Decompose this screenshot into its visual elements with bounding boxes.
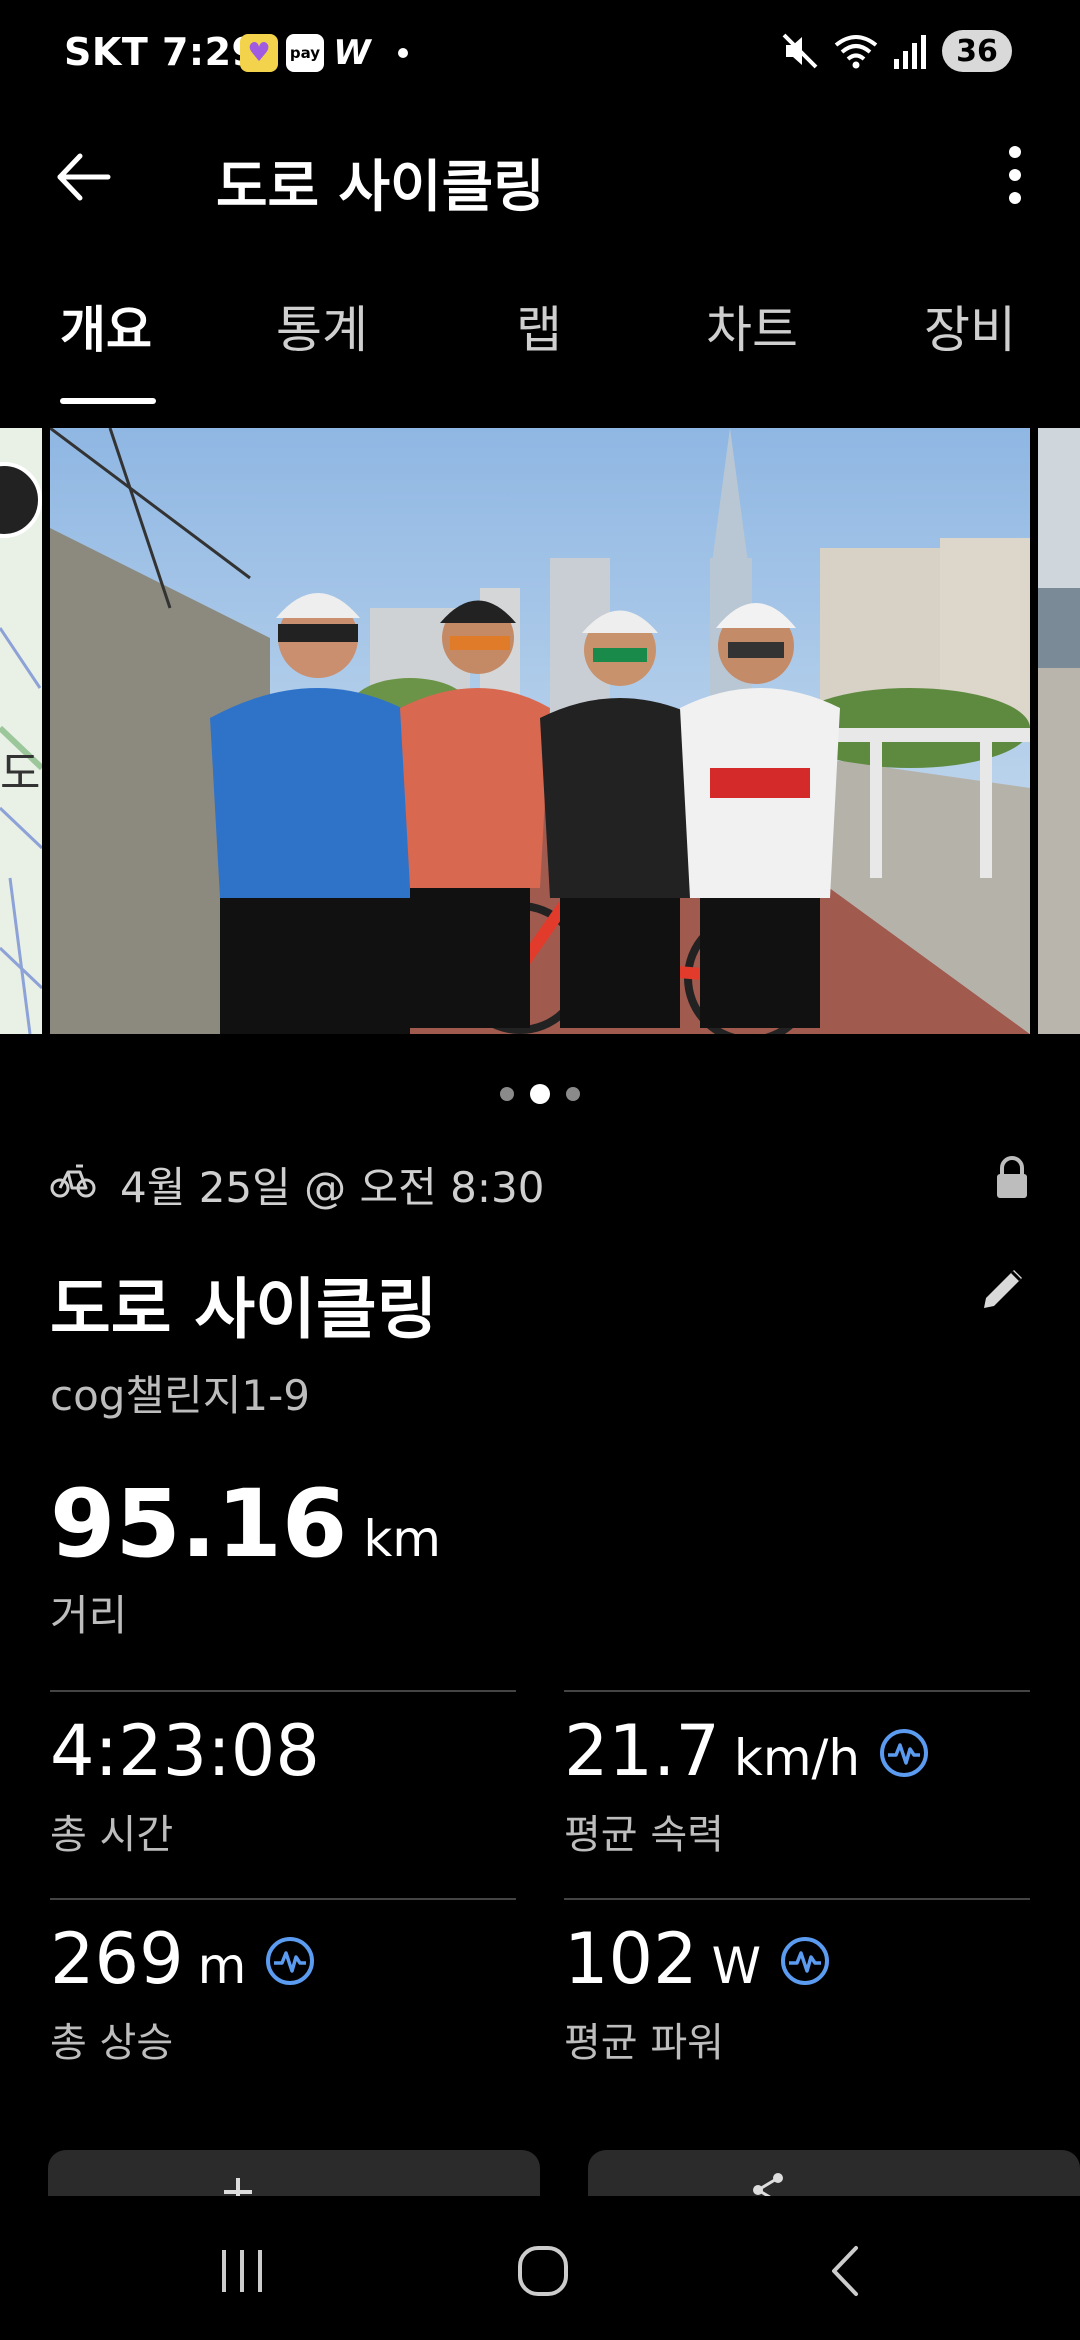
home-icon[interactable]: [504, 2236, 584, 2306]
lock-icon[interactable]: [994, 1156, 1030, 1200]
system-icons: 36: [780, 30, 1012, 72]
signal-icon: [894, 35, 926, 69]
page-dot: [566, 1087, 580, 1101]
activity-date-row: 4월 25일 @ 오전 8:30: [50, 1154, 1030, 1214]
next-photo-thumbnail[interactable]: [1038, 428, 1080, 1034]
stat-value: 4:23:08: [50, 1710, 320, 1792]
map-thumbnail[interactable]: 도: [0, 428, 42, 1034]
stat-value: 102: [564, 1918, 698, 2000]
notification-icons: ♥ pay W: [240, 33, 408, 73]
activity-date: 4월 25일 @ 오전 8:30: [120, 1163, 545, 1212]
page-title: 도로 사이클링: [216, 155, 545, 220]
recent-apps-icon[interactable]: [202, 2236, 282, 2306]
tab-overview[interactable]: 개요: [60, 290, 152, 362]
stat-value: 269: [50, 1918, 184, 2000]
tab-bar: 개요 통계 랩 차트 장비: [0, 290, 1080, 404]
photo-carousel[interactable]: 도: [0, 428, 1080, 1034]
app-bar: 도로 사이클링: [0, 120, 1080, 230]
stat-unit: W: [711, 1937, 762, 1995]
page-dot: [500, 1087, 514, 1101]
bicycle-icon: [50, 1164, 96, 1198]
distance-unit: km: [363, 1510, 442, 1568]
mute-icon: [782, 33, 818, 69]
group-photo[interactable]: [50, 428, 1030, 1034]
stat-avg-power[interactable]: 102 W 평균 파워: [564, 1898, 1030, 2100]
stat-label: 평균 파워: [564, 2020, 724, 2066]
wifi-icon: [834, 35, 878, 69]
activity-name: 도로 사이클링: [50, 1271, 438, 1348]
stat-label: 총 시간: [50, 1812, 174, 1858]
status-bar: SKT 7:29 ♥ pay W 36: [0, 0, 1080, 110]
more-options-icon[interactable]: [990, 140, 1040, 210]
stat-avg-speed[interactable]: 21.7 km/h 평균 속력: [564, 1690, 1030, 1892]
stat-label: 평균 속력: [564, 1812, 724, 1858]
back-arrow-icon[interactable]: [48, 142, 118, 212]
tab-charts[interactable]: 차트: [706, 290, 798, 362]
heart-app-icon: ♥: [240, 34, 278, 72]
nav-back-icon[interactable]: [806, 2236, 886, 2306]
more-notifications-dot-icon: [398, 48, 408, 58]
system-navigation-bar: [0, 2196, 1080, 2340]
stat-value: 21.7: [564, 1710, 720, 1792]
stat-label: 총 상승: [50, 2020, 174, 2066]
share-button[interactable]: [588, 2150, 1080, 2200]
stat-unit: km/h: [733, 1729, 861, 1787]
svg-text:도: 도: [0, 748, 40, 799]
tab-statistics[interactable]: 통계: [276, 290, 368, 362]
active-tab-indicator: [60, 398, 156, 404]
activity-description: cog챌린지1-9: [50, 1371, 310, 1420]
tab-laps[interactable]: 랩: [516, 290, 562, 362]
stat-total-time: 4:23:08 총 시간: [50, 1690, 516, 1892]
pay-app-icon: pay: [286, 34, 324, 72]
distance-value-row: 95.16 km: [50, 1470, 441, 1579]
edit-pencil-icon[interactable]: [976, 1262, 1030, 1316]
performance-chart-icon[interactable]: [264, 1935, 316, 1987]
battery-indicator: 36: [942, 30, 1012, 72]
page-dot-active: [530, 1084, 550, 1104]
carousel-page-indicator: [0, 1084, 1080, 1104]
distance-value: 95.16: [50, 1470, 348, 1579]
performance-chart-icon[interactable]: [779, 1935, 831, 1987]
w-app-icon: W: [333, 33, 371, 73]
stat-unit: m: [197, 1937, 247, 1995]
carrier-time: SKT 7:29: [64, 30, 259, 74]
tab-gear[interactable]: 장비: [924, 290, 1016, 362]
stat-total-ascent[interactable]: 269 m 총 상승: [50, 1898, 516, 2100]
distance-label: 거리: [50, 1591, 128, 1640]
performance-chart-icon[interactable]: [878, 1727, 930, 1779]
add-photo-button[interactable]: [48, 2150, 540, 2200]
